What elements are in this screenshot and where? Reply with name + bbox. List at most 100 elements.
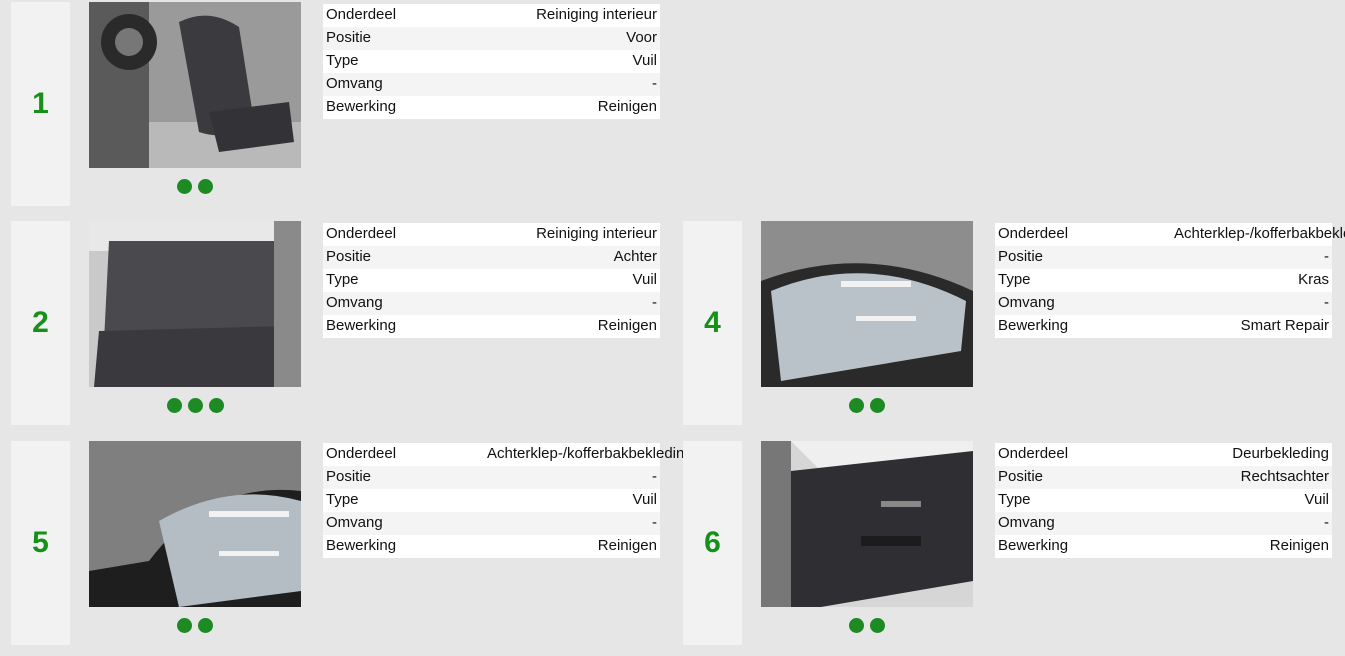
row-position: Positie Rechtsachter bbox=[995, 466, 1332, 489]
row-extent: Omvang - bbox=[995, 292, 1332, 315]
pagination-dot[interactable] bbox=[870, 618, 885, 633]
row-extent: Omvang - bbox=[323, 292, 660, 315]
row-part: Onderdeel Reiniging interieur bbox=[323, 4, 660, 27]
door-panel-photo-image bbox=[761, 441, 973, 607]
label-action: Bewerking bbox=[326, 317, 397, 334]
row-type: Type Vuil bbox=[995, 489, 1332, 512]
tailgate-photo-image bbox=[89, 441, 301, 607]
row-part: Onderdeel Achterklep-/kofferbakbekleding bbox=[323, 443, 693, 466]
item-number: 1 bbox=[11, 2, 70, 206]
label-extent: Omvang bbox=[326, 294, 383, 311]
photo-pagination[interactable] bbox=[89, 179, 301, 194]
row-position: Positie Voor bbox=[323, 27, 660, 50]
item-number: 4 bbox=[683, 221, 742, 425]
details-table: Onderdeel Reiniging interieur Positie Voor… bbox=[323, 4, 660, 119]
pagination-dot[interactable] bbox=[849, 618, 864, 633]
row-extent: Omvang - bbox=[323, 73, 660, 96]
row-position: Positie - bbox=[323, 466, 660, 489]
value-position: Voor bbox=[626, 29, 657, 46]
details-table: Onderdeel Deurbekleding Positie Rechtsacht… bbox=[995, 443, 1332, 558]
label-part: Onderdeel bbox=[326, 6, 397, 23]
row-extent: Omvang - bbox=[323, 512, 660, 535]
value-action: Reinigen bbox=[1269, 537, 1329, 554]
photo-pagination[interactable] bbox=[761, 618, 973, 633]
label-part: Onderdeel bbox=[326, 225, 397, 242]
label-position: Positie bbox=[998, 468, 1044, 485]
value-part: Reiniging interieur bbox=[536, 225, 657, 242]
pagination-dot[interactable] bbox=[870, 398, 885, 413]
row-action: Bewerking Reinigen bbox=[323, 315, 660, 338]
label-position: Positie bbox=[326, 468, 372, 485]
label-part: Onderdeel bbox=[998, 225, 1069, 242]
value-position: - bbox=[652, 468, 657, 485]
row-type: Type Kras bbox=[995, 269, 1332, 292]
row-type: Type Vuil bbox=[323, 50, 660, 73]
value-action: Smart Repair bbox=[1240, 317, 1329, 334]
damage-photo[interactable] bbox=[89, 221, 301, 387]
value-part: Reiniging interieur bbox=[536, 6, 657, 23]
label-part: Onderdeel bbox=[326, 445, 397, 462]
value-position: Achter bbox=[613, 248, 657, 265]
row-type: Type Vuil bbox=[323, 489, 660, 512]
front-seat-photo-image bbox=[89, 2, 301, 168]
tailgate-photo-image bbox=[761, 221, 973, 387]
label-extent: Omvang bbox=[326, 75, 383, 92]
label-type: Type bbox=[326, 491, 359, 508]
row-position: Positie Achter bbox=[323, 246, 660, 269]
label-type: Type bbox=[326, 271, 359, 288]
value-position: Rechtsachter bbox=[1240, 468, 1329, 485]
label-action: Bewerking bbox=[326, 537, 397, 554]
row-action: Bewerking Reinigen bbox=[995, 535, 1332, 558]
row-part: Onderdeel Reiniging interieur bbox=[323, 223, 660, 246]
row-position: Positie - bbox=[995, 246, 1332, 269]
row-part: Onderdeel Deurbekleding bbox=[995, 443, 1332, 466]
label-extent: Omvang bbox=[998, 514, 1055, 531]
label-position: Positie bbox=[326, 248, 372, 265]
label-extent: Omvang bbox=[326, 514, 383, 531]
pagination-dot[interactable] bbox=[849, 398, 864, 413]
value-part: Achterklep-/kofferbakbekleding bbox=[1174, 225, 1345, 242]
row-part: Onderdeel Achterklep-/kofferbakbekleding bbox=[995, 223, 1345, 246]
label-extent: Omvang bbox=[998, 294, 1055, 311]
value-part: Achterklep-/kofferbakbekleding bbox=[487, 445, 693, 462]
pagination-dot[interactable] bbox=[208, 398, 224, 413]
pagination-dot[interactable] bbox=[198, 618, 213, 633]
pagination-dot[interactable] bbox=[177, 618, 192, 633]
label-part: Onderdeel bbox=[998, 445, 1069, 462]
row-action: Bewerking Reinigen bbox=[323, 96, 660, 119]
value-position: - bbox=[1324, 248, 1329, 265]
pagination-dot[interactable] bbox=[198, 179, 213, 194]
label-position: Positie bbox=[326, 29, 372, 46]
value-type: Vuil bbox=[632, 271, 657, 288]
item-number: 5 bbox=[11, 441, 70, 645]
rear-seat-photo-image bbox=[89, 221, 301, 387]
value-extent: - bbox=[652, 514, 657, 531]
row-action: Bewerking Reinigen bbox=[323, 535, 660, 558]
damage-photo[interactable] bbox=[761, 221, 973, 387]
photo-pagination[interactable] bbox=[89, 398, 301, 413]
pagination-dot[interactable] bbox=[166, 398, 182, 413]
label-type: Type bbox=[998, 271, 1031, 288]
value-part: Deurbekleding bbox=[1232, 445, 1329, 462]
item-number: 6 bbox=[683, 441, 742, 645]
damage-photo[interactable] bbox=[89, 2, 301, 168]
details-table: OnderdeelAchterklep-/kofferbakbekleding … bbox=[995, 223, 1345, 338]
photo-pagination[interactable] bbox=[761, 398, 973, 413]
details-table: Onderdeel Reiniging interieur Positie Acht… bbox=[323, 223, 660, 338]
label-type: Type bbox=[326, 52, 359, 69]
damage-photo[interactable] bbox=[761, 441, 973, 607]
value-type: Vuil bbox=[632, 491, 657, 508]
label-action: Bewerking bbox=[998, 537, 1069, 554]
pagination-dot[interactable] bbox=[187, 398, 203, 413]
row-extent: Omvang - bbox=[995, 512, 1332, 535]
details-table: OnderdeelAchterklep-/kofferbakbekleding … bbox=[323, 443, 693, 558]
value-type: Kras bbox=[1298, 271, 1329, 288]
value-action: Reinigen bbox=[597, 98, 657, 115]
label-type: Type bbox=[998, 491, 1031, 508]
damage-photo[interactable] bbox=[89, 441, 301, 607]
pagination-dot[interactable] bbox=[177, 179, 192, 194]
value-type: Vuil bbox=[1304, 491, 1329, 508]
label-action: Bewerking bbox=[998, 317, 1069, 334]
photo-pagination[interactable] bbox=[89, 618, 301, 633]
item-number: 2 bbox=[11, 221, 70, 425]
